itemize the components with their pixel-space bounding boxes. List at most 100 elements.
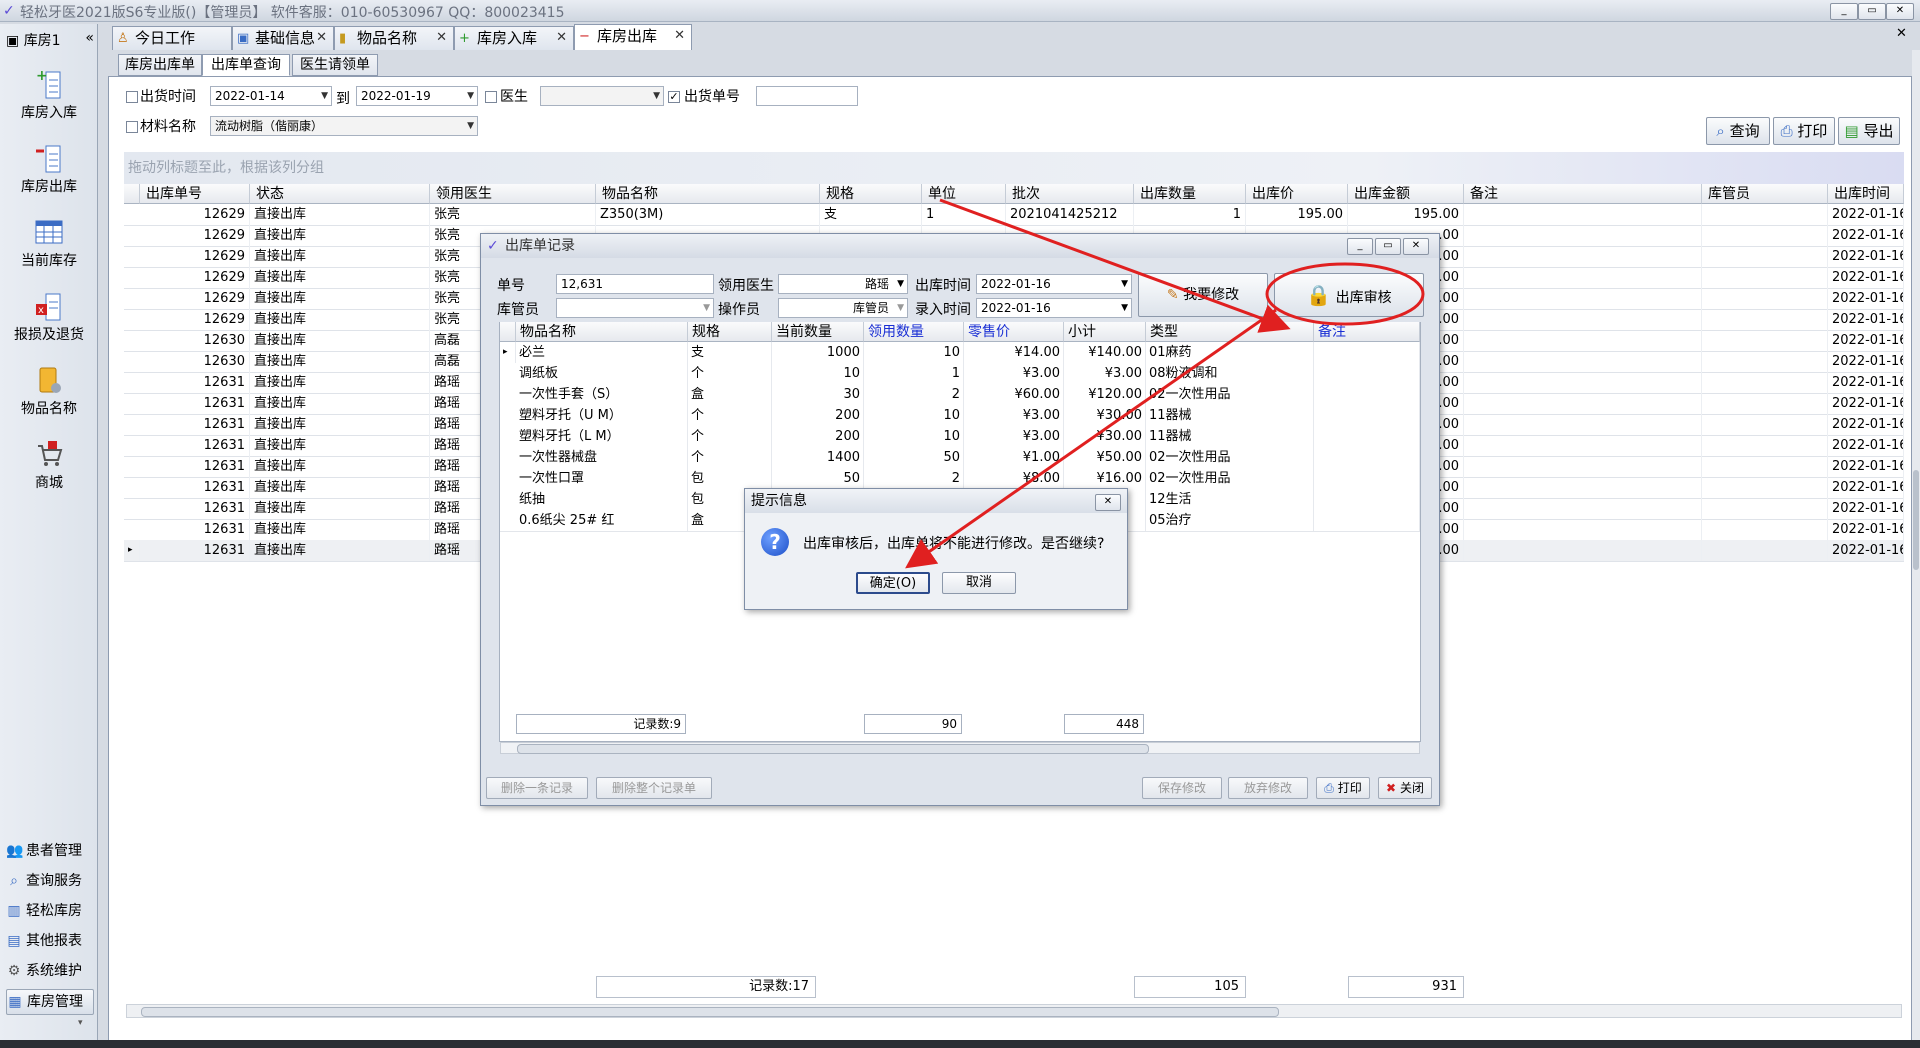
column-header[interactable]: 备注: [1464, 184, 1702, 204]
subtab-doctor-request[interactable]: 医生请领单: [292, 54, 378, 76]
cancel-button[interactable]: 取消: [942, 572, 1016, 594]
minimize-button[interactable]: _: [1830, 3, 1858, 20]
dialog-horizontal-scrollbar[interactable]: [500, 742, 1420, 754]
confirm-close-button[interactable]: ✕: [1095, 494, 1121, 511]
order-no-field[interactable]: 12,631: [556, 274, 714, 294]
module-warehouse[interactable]: ▥ 轻松库房: [6, 899, 92, 923]
operator-select[interactable]: 库管员 ▼: [778, 298, 908, 318]
material-select[interactable]: 流动树脂（偕丽康） ▼: [210, 116, 478, 136]
column-header[interactable]: 领用数量: [864, 322, 964, 342]
close-tab-icon[interactable]: ✕: [674, 25, 685, 47]
dialog-minimize-button[interactable]: _: [1347, 238, 1373, 255]
scrollbar-thumb[interactable]: [517, 744, 1149, 754]
doctor-select[interactable]: ▼: [540, 86, 664, 106]
close-tab-icon[interactable]: ✕: [316, 27, 327, 49]
vertical-scrollbar[interactable]: [1912, 50, 1920, 1040]
record-row[interactable]: 塑料牙托（U M）个 200 10 ¥3.00 ¥30.00 11器械: [500, 405, 1420, 427]
module-maintenance[interactable]: ⚙ 系统维护: [6, 959, 92, 983]
subtab-order-query[interactable]: 出库单查询: [202, 54, 290, 76]
column-header[interactable]: 物品名称: [596, 184, 820, 204]
order-no-input[interactable]: [756, 86, 858, 106]
record-row[interactable]: ▸ 必兰支 1000 10 ¥14.00 ¥140.00 01麻药: [500, 342, 1420, 364]
tab-stock-in[interactable]: + 库房入库 ✕: [454, 26, 574, 50]
doctor-checkbox[interactable]: [485, 91, 497, 103]
horizontal-scrollbar[interactable]: [126, 1004, 1902, 1018]
dialog-print-button[interactable]: ⎙ 打印: [1316, 777, 1370, 799]
column-header[interactable]: 库管员: [1702, 184, 1828, 204]
modify-button[interactable]: ✎ 我要修改: [1138, 273, 1268, 317]
column-header[interactable]: 出库金额: [1348, 184, 1464, 204]
column-header[interactable]: 状态: [250, 184, 430, 204]
save-button[interactable]: 保存修改: [1142, 777, 1222, 799]
dialog-close-button[interactable]: ✖ 关闭: [1378, 777, 1432, 799]
column-header[interactable]: 物品名称: [516, 322, 688, 342]
close-all-tabs-icon[interactable]: ✕: [1896, 26, 1907, 41]
doctor-select[interactable]: 路瑶 ▼: [778, 274, 908, 294]
column-header[interactable]: 类型: [1146, 322, 1314, 342]
module-patients[interactable]: 👥 患者管理: [6, 839, 92, 863]
record-row[interactable]: 一次性手套（S）盒 30 2 ¥60.00 ¥120.00 02一次性用品: [500, 384, 1420, 406]
scrollbar-thumb[interactable]: [1913, 470, 1919, 570]
dialog-close-button[interactable]: ✕: [1403, 238, 1429, 255]
out-time-picker[interactable]: 2022-01-16 ▼: [976, 274, 1132, 294]
sidebar-more-icon[interactable]: ▾: [78, 1018, 83, 1028]
sidebar-item-stock-out[interactable]: 库房出库: [0, 136, 98, 206]
table-row[interactable]: 12629 直接出库 张亮 Z350(3M) 支 1 2021041425212 1 195.0…: [124, 204, 1904, 226]
column-header[interactable]: 出库单号: [140, 184, 250, 204]
material-checkbox[interactable]: [126, 121, 138, 133]
column-header[interactable]: 领用医生: [430, 184, 596, 204]
group-by-bar[interactable]: 拖动列标题至此，根据该列分组: [124, 152, 1904, 184]
keeper-select[interactable]: ▼: [556, 298, 714, 318]
maximize-button[interactable]: ▭: [1858, 3, 1886, 20]
date-to-picker[interactable]: 2022-01-19 ▼: [356, 86, 478, 106]
sidebar-item-damage-return[interactable]: x 报损及退货: [0, 284, 98, 354]
close-tab-icon[interactable]: ✕: [436, 27, 447, 49]
collapse-sidebar-button[interactable]: «: [85, 30, 94, 46]
module-query[interactable]: ⌕ 查询服务: [6, 869, 92, 893]
export-button[interactable]: ▤ 导出: [1838, 117, 1900, 145]
delete-all-button[interactable]: 删除整个记录单: [596, 777, 712, 799]
column-header[interactable]: 批次: [1006, 184, 1134, 204]
discard-button[interactable]: 放弃修改: [1228, 777, 1308, 799]
column-header[interactable]: 备注: [1314, 322, 1420, 342]
ok-button[interactable]: 确定(O): [856, 572, 930, 594]
record-row[interactable]: 一次性器械盘个 1400 50 ¥1.00 ¥50.00 02一次性用品: [500, 447, 1420, 469]
record-row[interactable]: 塑料牙托（L M）个 200 10 ¥3.00 ¥30.00 11器械: [500, 426, 1420, 448]
ship-time-checkbox[interactable]: [126, 91, 138, 103]
scrollbar-thumb[interactable]: [141, 1007, 1279, 1017]
item-icon: ▮: [339, 31, 347, 46]
module-storage-manage[interactable]: ▦ 库房管理: [6, 989, 94, 1015]
column-header[interactable]: 当前数量: [772, 322, 864, 342]
column-header[interactable]: 出库数量: [1134, 184, 1246, 204]
column-header[interactable]: 单位: [922, 184, 1006, 204]
query-button[interactable]: ⌕ 查询: [1706, 117, 1770, 145]
sidebar-item-stock-in[interactable]: + 库房入库: [0, 62, 98, 132]
printer-icon: ⎙: [1324, 781, 1334, 795]
close-window-button[interactable]: ✕: [1886, 3, 1914, 20]
print-button[interactable]: ⎙ 打印: [1773, 117, 1835, 145]
column-header[interactable]: 规格: [820, 184, 922, 204]
column-header[interactable]: 规格: [688, 322, 772, 342]
order-no-checkbox[interactable]: ✓: [668, 91, 680, 103]
column-header[interactable]: 小计: [1064, 322, 1146, 342]
column-header[interactable]: 零售价: [964, 322, 1064, 342]
module-reports[interactable]: ▤ 其他报表: [6, 929, 92, 953]
date-from-picker[interactable]: 2022-01-14 ▼: [210, 86, 332, 106]
delete-one-button[interactable]: 删除一条记录: [486, 777, 588, 799]
record-row[interactable]: 调纸板个 10 1 ¥3.00 ¥3.00 08粉液调和: [500, 363, 1420, 385]
record-row[interactable]: 一次性口罩包 50 2 ¥8.00 ¥16.00 02一次性用品: [500, 468, 1420, 490]
entry-time-picker[interactable]: 2022-01-16 ▼: [976, 298, 1132, 318]
sidebar-item-shop[interactable]: 商城: [0, 432, 98, 502]
tab-stock-out[interactable]: − 库房出库 ✕: [574, 24, 692, 50]
column-header[interactable]: 出库价: [1246, 184, 1348, 204]
sidebar-item-inventory[interactable]: 当前库存: [0, 210, 98, 280]
sidebar-item-item-name[interactable]: 物品名称: [0, 358, 98, 428]
dialog-maximize-button[interactable]: ▭: [1375, 238, 1401, 255]
tab-item-name[interactable]: ▮ 物品名称 ✕: [334, 26, 454, 50]
close-tab-icon[interactable]: ✕: [556, 27, 567, 49]
column-header[interactable]: 出库时间: [1828, 184, 1904, 204]
tab-basic-info[interactable]: ▣ 基础信息 ✕: [232, 26, 334, 50]
tab-today-work[interactable]: ♙ 今日工作: [112, 26, 232, 50]
subtab-stock-out-order[interactable]: 库房出库单: [118, 54, 202, 76]
audit-button[interactable]: 🔒 出库审核: [1274, 273, 1424, 317]
